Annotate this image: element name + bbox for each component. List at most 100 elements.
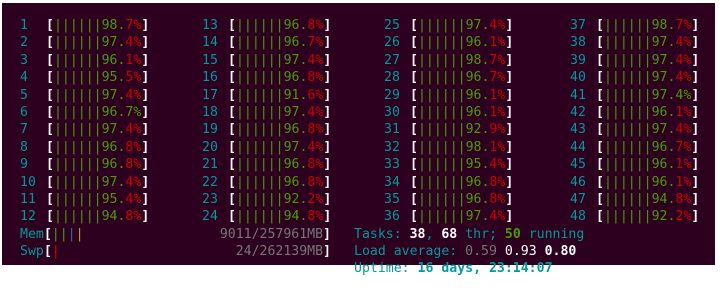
mem-value: 9011/257961MB bbox=[219, 226, 324, 242]
cpu-meter: 15 [|||||| 97. 4%] bbox=[202, 52, 384, 69]
cpu-percent-dec: 4 bbox=[675, 87, 684, 103]
cpu-number: 17 bbox=[202, 87, 218, 103]
cpu-percent-dec: 8 bbox=[489, 174, 498, 190]
cpu-percent-int: 92. bbox=[651, 209, 676, 225]
cpu-meter: 21 [|||||| 96. 8%] bbox=[202, 156, 384, 173]
percent-sign: % bbox=[683, 70, 692, 86]
percent-sign: % bbox=[315, 52, 324, 68]
cpu-number: 23 bbox=[202, 191, 218, 207]
cpu-percent-int: 96. bbox=[283, 122, 308, 138]
percent-sign: % bbox=[683, 209, 692, 225]
cpu-meter: 45 [|||||| 96. 1%] bbox=[570, 156, 720, 173]
cpu-percent-dec: 4 bbox=[125, 174, 134, 190]
cpu-percent-dec: 8 bbox=[307, 70, 316, 86]
cpu-percent-dec: 1 bbox=[125, 52, 134, 68]
cpu-usage-bars: |||||| bbox=[603, 35, 652, 51]
mem-row: Mem[|| | | 9011/257961MB] Tasks: 38, 68 thr;… bbox=[20, 226, 720, 243]
bracket-open: [ bbox=[228, 52, 236, 68]
mem-used-bars: || bbox=[51, 226, 68, 242]
bracket-open: [ bbox=[228, 70, 236, 86]
cpu-number: 15 bbox=[202, 52, 218, 68]
cpu-number: 28 bbox=[384, 70, 400, 86]
cpu-percent-int: 96. bbox=[283, 35, 308, 51]
tasks-count: 38 bbox=[409, 226, 426, 242]
cpu-meter: 43 [|||||| 97. 4%] bbox=[570, 121, 720, 138]
cpu-usage-bars: |||||| bbox=[53, 18, 102, 33]
bracket-open: [ bbox=[46, 122, 54, 138]
cpu-number: 39 bbox=[570, 52, 586, 68]
cpu-percent-dec: 2 bbox=[307, 191, 316, 207]
swp-value: 24/262139MB bbox=[235, 244, 324, 260]
bracket-open: [ bbox=[228, 174, 236, 190]
bracket-open: [ bbox=[410, 35, 418, 51]
cpu-usage-bars: |||||| bbox=[417, 70, 466, 86]
cpu-meter: 39 [|||||| 97. 4%] bbox=[570, 52, 720, 69]
bracket-open: [ bbox=[410, 70, 418, 86]
cpu-usage-bars: |||||| bbox=[417, 52, 466, 68]
percent-sign: % bbox=[497, 87, 506, 103]
load-15min: 0.80 bbox=[544, 244, 577, 260]
cpu-percent-dec: 6 bbox=[307, 87, 316, 103]
percent-sign: % bbox=[133, 52, 142, 68]
cpu-number: 48 bbox=[570, 209, 586, 225]
load-1min: 0.59 bbox=[465, 244, 497, 260]
percent-sign: % bbox=[133, 70, 142, 86]
cpu-percent-dec: 1 bbox=[489, 139, 498, 155]
cpu-percent-dec: 8 bbox=[307, 157, 316, 173]
cpu-percent-int: 97. bbox=[101, 122, 126, 138]
cpu-number: 8 bbox=[20, 139, 28, 155]
uptime-row: Uptime: 16 days, 23:14:07 bbox=[20, 260, 720, 277]
cpu-usage-bars: |||||| bbox=[235, 104, 284, 120]
cpu-percent-int: 94. bbox=[283, 209, 308, 225]
cpu-percent-int: 98. bbox=[101, 18, 126, 33]
cpu-percent-int: 96. bbox=[465, 104, 490, 120]
bracket-open: [ bbox=[596, 174, 604, 190]
cpu-number: 10 bbox=[20, 174, 36, 190]
cpu-usage-bars: |||||| bbox=[417, 139, 466, 155]
bracket-close: ] bbox=[323, 139, 332, 155]
cpu-meter: 32 [|||||| 98. 1%] bbox=[384, 139, 570, 156]
bracket-close: ] bbox=[505, 122, 514, 138]
cpu-meter: 22 [|||||| 96. 8%] bbox=[202, 174, 384, 191]
cpu-number: 14 bbox=[202, 35, 218, 51]
bracket-close: ] bbox=[141, 70, 150, 86]
cpu-usage-bars: |||||| bbox=[417, 87, 466, 103]
bracket-open: [ bbox=[596, 191, 604, 207]
cpu-usage-bars: |||||| bbox=[417, 122, 466, 138]
cpu-number: 43 bbox=[570, 122, 586, 138]
cpu-percent-int: 96. bbox=[283, 157, 308, 173]
percent-sign: % bbox=[497, 191, 506, 207]
cpu-usage-bars: |||||| bbox=[603, 122, 652, 138]
cpu-percent-int: 97. bbox=[651, 70, 676, 86]
bracket-open: [ bbox=[46, 18, 54, 33]
cpu-percent-dec: 7 bbox=[489, 52, 498, 68]
cpu-meter: 16 [|||||| 96. 8%] bbox=[202, 69, 384, 86]
cpu-row: 5[|||||| 97. 4%] 17[|||||| 91. 6%] 29[|||||| 96… bbox=[20, 87, 720, 104]
cpu-percent-int: 97. bbox=[283, 104, 308, 120]
cpu-percent-dec: 4 bbox=[125, 191, 134, 207]
cpu-row: 11[|||||| 95. 4%] 23[|||||| 92. 2%] 35[|||||| 9… bbox=[20, 191, 720, 208]
percent-sign: % bbox=[315, 174, 324, 190]
cpu-meter: 7 [|||||| 97. 4%] bbox=[20, 121, 202, 138]
percent-sign: % bbox=[315, 191, 324, 207]
cpu-percent-dec: 7 bbox=[125, 104, 134, 120]
cpu-number: 30 bbox=[384, 104, 400, 120]
cpu-meter: 12 [|||||| 94. 8%] bbox=[20, 208, 202, 225]
cpu-meter: 34 [|||||| 96. 8%] bbox=[384, 174, 570, 191]
cpu-usage-bars: |||||| bbox=[417, 174, 466, 190]
cpu-percent-int: 94. bbox=[101, 209, 126, 225]
bracket-open: [ bbox=[596, 52, 604, 68]
cpu-row: 2[|||||| 97. 4%] 14[|||||| 96. 7%] 26[|||||| 96… bbox=[20, 34, 720, 51]
percent-sign: % bbox=[683, 191, 692, 207]
cpu-meter: 6 [|||||| 96. 7%] bbox=[20, 104, 202, 121]
cpu-percent-int: 97. bbox=[651, 35, 676, 51]
bracket-close: ] bbox=[691, 52, 700, 68]
bracket-open: [ bbox=[46, 70, 54, 86]
cpu-meter: 28 [|||||| 96. 7%] bbox=[384, 69, 570, 86]
percent-sign: % bbox=[497, 35, 506, 51]
bracket-open: [ bbox=[596, 157, 604, 173]
cpu-meter: 18 [|||||| 97. 4%] bbox=[202, 104, 384, 121]
cpu-percent-int: 96. bbox=[651, 174, 676, 190]
cpu-percent-int: 96. bbox=[651, 104, 676, 120]
percent-sign: % bbox=[315, 70, 324, 86]
